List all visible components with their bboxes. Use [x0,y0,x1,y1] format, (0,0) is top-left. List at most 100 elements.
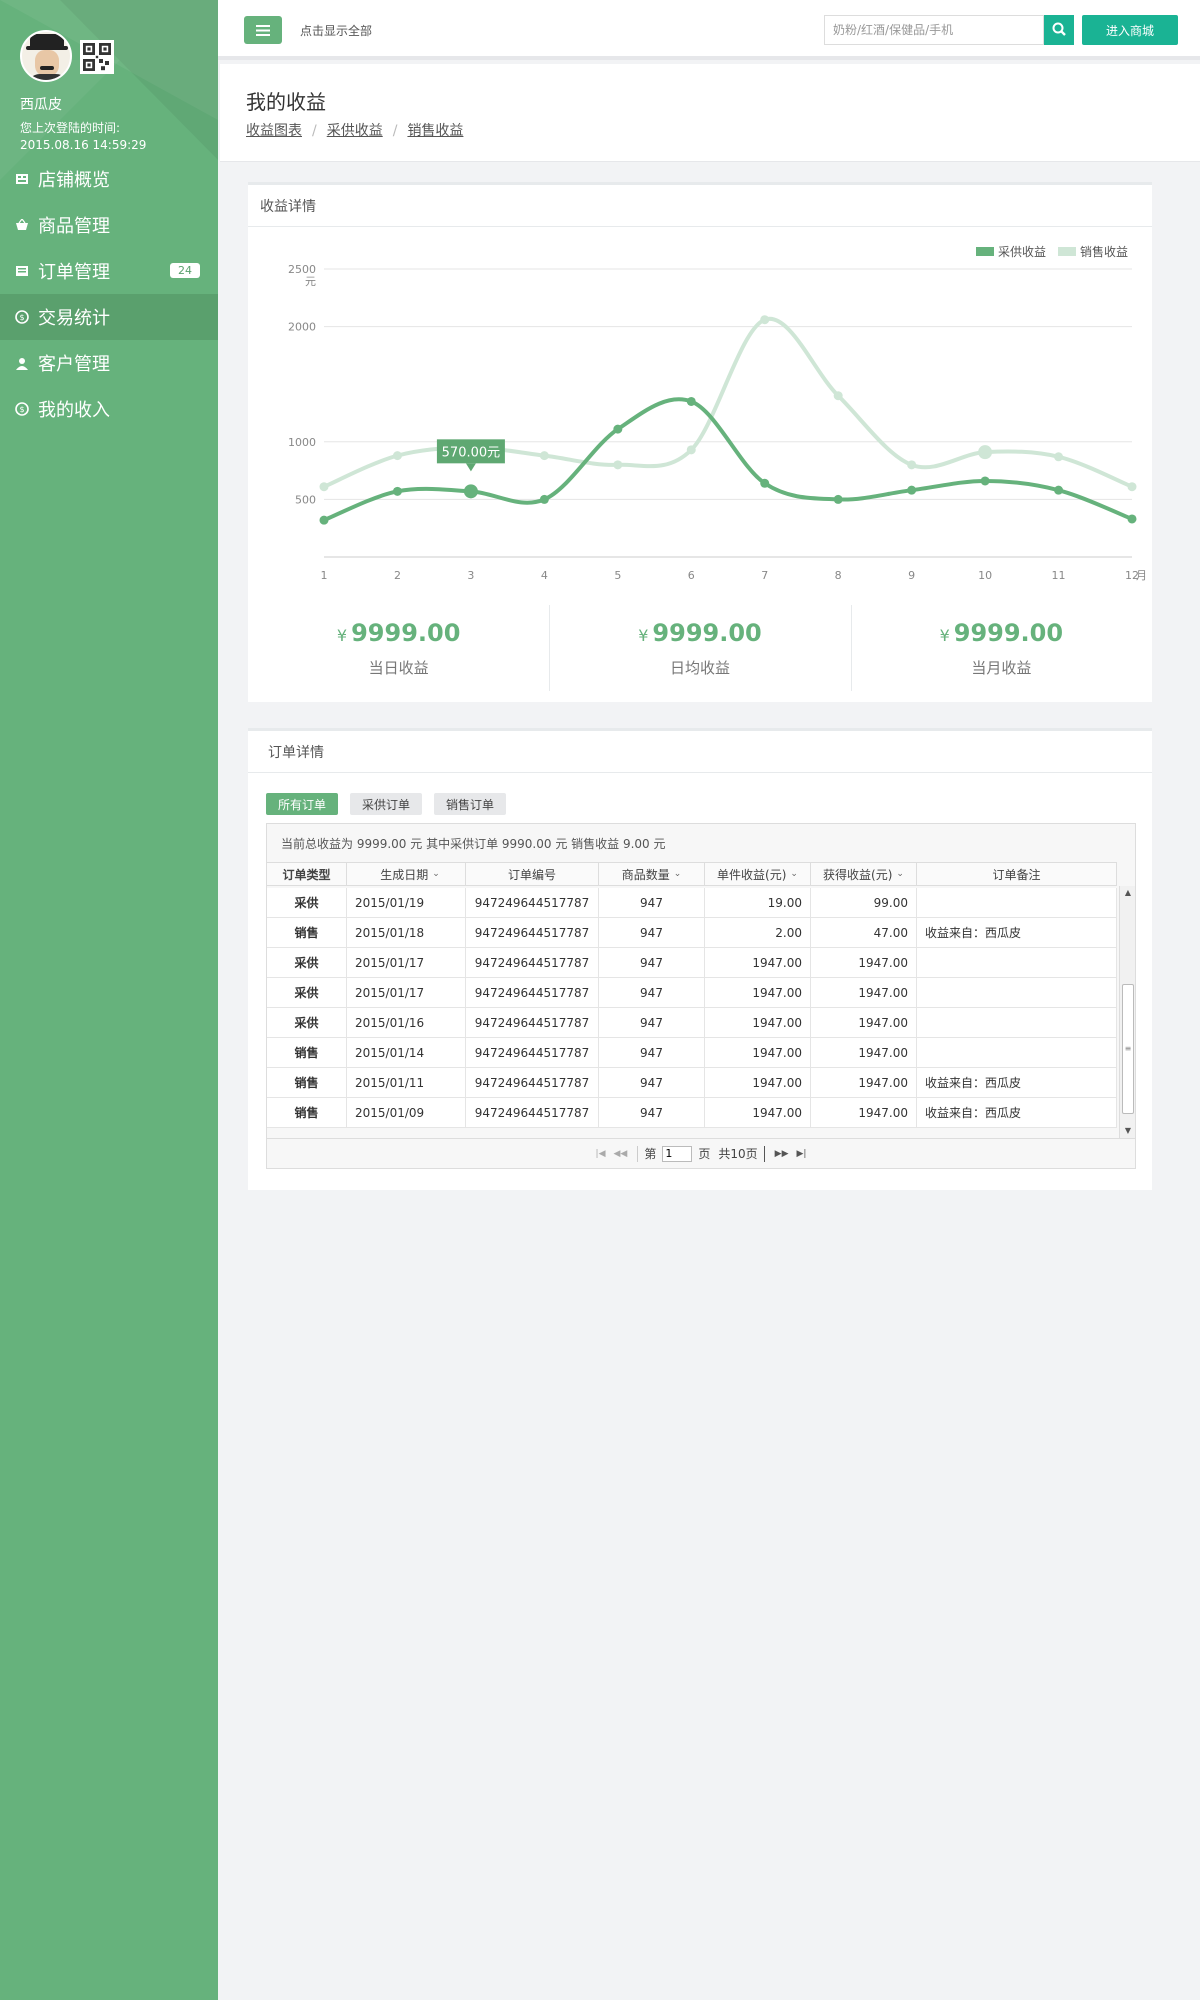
next-page-icon[interactable]: ▶▶ [775,1149,789,1159]
order-id-cell: 947249644517787 [466,1038,599,1067]
date-cell: 2015/01/18 [347,918,466,947]
order-type-cell: 销售 [267,1068,347,1097]
sort-down-icon[interactable]: ⌄ [790,869,798,879]
sort-down-icon[interactable]: ⌄ [432,869,440,879]
scroll-up-icon[interactable]: ▲ [1120,886,1136,900]
table-row[interactable]: 采供 2015/01/17 947249644517787 947 1947.0… [267,978,1117,1008]
table-row[interactable]: 采供 2015/01/19 947249644517787 947 19.00 … [267,888,1117,918]
column-header[interactable]: 商品数量 ⌄ [599,863,705,885]
quantity-cell: 947 [599,978,705,1007]
breadcrumb-sales-income[interactable]: 销售收益 [407,123,463,139]
qr-code-icon[interactable] [80,40,114,74]
table-scrollbar[interactable]: ▲ ≡ ▼ [1119,886,1135,1138]
order-id-cell: 947249644517787 [466,1008,599,1037]
tab-supply-orders[interactable]: 采供订单 [350,793,423,815]
data-point [392,486,402,496]
tooltip-pointer [465,463,476,472]
sidebar-item-products[interactable]: 商品管理 [0,202,218,248]
breadcrumb-income-chart[interactable]: 收益图表 [246,123,302,139]
sidebar-item-store-overview[interactable]: 店铺概览 [0,156,218,202]
column-header[interactable]: 获得收益(元) ⌄ [811,863,917,885]
table-row[interactable]: 销售 2015/01/18 947249644517787 947 2.00 4… [267,918,1117,948]
remark-cell: 收益来自：西瓜皮 [917,1068,1117,1097]
page-header: 我的收益 收益图表 / 采供收益 / 销售收益 [220,64,1200,162]
page-number-input[interactable] [662,1145,693,1162]
column-header[interactable]: 订单备注 [917,863,1117,885]
table-row[interactable]: 销售 2015/01/09 947249644517787 947 1947.0… [267,1098,1117,1128]
svg-text:$: $ [19,313,24,322]
last-page-icon[interactable]: ▶| [797,1149,807,1159]
search-icon [1052,21,1066,40]
search-button[interactable] [1044,15,1074,45]
scrollbar-thumb[interactable]: ≡ [1122,984,1134,1114]
data-point [539,494,549,504]
stat-label: 当日收益 [368,659,429,677]
first-page-icon[interactable]: |◀ [596,1149,606,1159]
breadcrumb-supply-income[interactable]: 采供收益 [327,123,383,139]
x-tick-label: 3 [467,569,474,582]
sort-down-icon[interactable]: ⌄ [896,869,904,879]
table-row[interactable]: 采供 2015/01/17 947249644517787 947 1947.0… [267,948,1117,978]
table-header: 订单类型 生成日期 ⌄ 订单编号 商品数量 ⌄ 单件收益(元) ⌄ 获得收益(元) ⌄ … [267,862,1117,886]
column-header[interactable]: 订单类型 [267,863,347,885]
breadcrumb: 收益图表 / 采供收益 / 销售收益 [246,120,463,140]
stat-amount: ¥9999.00 [549,619,850,647]
table-row[interactable]: 采供 2015/01/16 947249644517787 947 1947.0… [267,1008,1117,1038]
order-id-cell: 947249644517787 [466,918,599,947]
enter-mall-button[interactable]: 进入商城 [1082,15,1178,45]
data-point [613,424,623,434]
data-point [463,484,478,499]
date-cell: 2015/01/14 [347,1038,466,1067]
x-tick-label: 8 [835,569,842,582]
scroll-down-icon[interactable]: ▼ [1120,1124,1136,1138]
total-income-cell: 47.00 [811,918,917,947]
user-name: 西瓜皮 [20,97,62,113]
table-row[interactable]: 销售 2015/01/14 947249644517787 947 1947.0… [267,1038,1117,1068]
sidebar-item-orders[interactable]: 订单管理 24 [0,248,218,294]
avatar[interactable] [20,30,72,82]
column-header[interactable]: 生成日期 ⌄ [347,863,466,885]
remark-cell: 收益来自：西瓜皮 [917,918,1117,947]
sidebar-item-my-income[interactable]: $ 我的收入 [0,386,218,432]
quantity-cell: 947 [599,1038,705,1067]
pager-divider [763,1145,765,1162]
search-input[interactable] [824,15,1044,45]
total-income-cell: 1947.00 [811,1098,917,1127]
sidebar-nav: 店铺概览 商品管理 订单管理 24 $ 交易统计 客户管理 $ 我的收入 [0,156,218,432]
tab-all-orders[interactable]: 所有订单 [266,793,339,815]
column-header-label: 订单备注 [992,867,1041,882]
sidebar-item-customers[interactable]: 客户管理 [0,340,218,386]
legend-label: 采供收益 [998,245,1046,259]
prev-page-icon[interactable]: ◀◀ [614,1149,628,1159]
unit-income-cell: 1947.00 [705,978,811,1007]
y-axis-unit: 元 [305,275,316,288]
data-point [319,515,329,525]
data-point [1054,452,1064,462]
tab-sales-orders[interactable]: 销售订单 [434,793,507,815]
quantity-cell: 947 [599,888,705,917]
menu-toggle-button[interactable] [244,16,282,44]
quantity-cell: 947 [599,1008,705,1037]
show-all-link[interactable]: 点击显示全部 [300,22,372,39]
sidebar-item-trade-stats[interactable]: $ 交易统计 [0,294,218,340]
stat-amount: ¥9999.00 [851,619,1152,647]
table-row[interactable]: 销售 2015/01/11 947249644517787 947 1947.0… [267,1068,1117,1098]
sort-down-icon[interactable]: ⌄ [674,869,682,879]
order-type-cell: 采供 [267,978,347,1007]
column-header-label: 单件收益(元) [717,867,787,882]
currency-symbol: ¥ [336,626,348,645]
order-type-cell: 销售 [267,1098,347,1127]
data-point [686,396,696,406]
stat-amount: ¥9999.00 [248,619,549,647]
tooltip-text: 570.00元 [442,445,501,460]
column-header[interactable]: 单件收益(元) ⌄ [705,863,811,885]
column-header[interactable]: 订单编号 [466,863,599,885]
unit-income-cell: 1947.00 [705,1038,811,1067]
x-tick-label: 9 [908,569,915,582]
data-point [1054,485,1064,495]
data-point [319,482,329,492]
user-profile: 西瓜皮 您上次登陆的时间: 2015.08.16 14:59:29 [20,30,210,154]
x-tick-label: 11 [1052,569,1066,582]
total-income-cell: 1947.00 [811,978,917,1007]
sidebar-item-label: 我的收入 [38,400,110,421]
